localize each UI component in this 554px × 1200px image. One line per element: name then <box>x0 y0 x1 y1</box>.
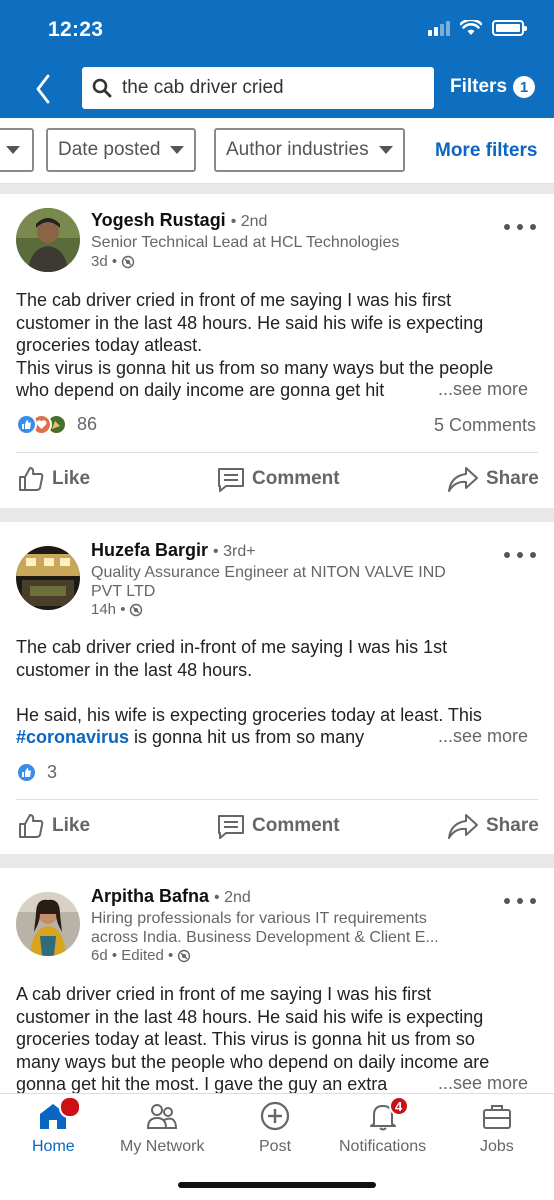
post-card: Arpitha Bafna • 2nd Hiring professionals… <box>0 868 554 1093</box>
post-meta: 6d • Edited • <box>91 947 191 964</box>
post-card: Huzefa Bargir • 3rd+ Quality Assurance E… <box>0 522 554 854</box>
reaction-count: 86 <box>77 414 98 434</box>
author-headline: Senior Technical Lead at HCL Technologie… <box>91 234 400 251</box>
divider <box>16 799 538 800</box>
bell-icon: 4 <box>367 1096 409 1132</box>
more-options-icon[interactable] <box>504 898 536 906</box>
feed-gap <box>0 508 554 522</box>
like-reaction-icon <box>16 414 37 435</box>
back-chevron-icon[interactable] <box>30 72 56 106</box>
more-options-icon[interactable] <box>504 224 536 232</box>
see-more-link[interactable]: ...see more <box>431 1073 528 1093</box>
avatar[interactable] <box>16 892 80 956</box>
search-input[interactable] <box>122 77 412 99</box>
see-more-link[interactable]: ...see more <box>431 379 528 400</box>
wifi-icon <box>460 20 482 35</box>
chevron-down-icon <box>378 146 393 154</box>
like-button[interactable]: Like <box>16 464 90 494</box>
globe-icon <box>130 603 143 616</box>
feed-gap <box>0 854 554 868</box>
comment-icon <box>218 468 244 492</box>
cellular-signal-icon <box>428 20 450 36</box>
like-reaction-icon <box>16 762 37 783</box>
notifications-badge: 4 <box>388 1096 409 1116</box>
filters-count-badge: 1 <box>513 76 536 98</box>
post-meta: 14h • <box>91 601 143 618</box>
hashtag-link[interactable]: #coronavirus <box>16 727 129 747</box>
status-time: 12:23 <box>48 18 104 41</box>
globe-icon <box>121 255 135 268</box>
avatar[interactable] <box>16 546 80 610</box>
top-app-bar: 12:23 Filters 1 <box>0 0 554 118</box>
post-card: Yogesh Rustagi • 2nd Senior Technical Le… <box>0 194 554 508</box>
home-notification-dot <box>59 1096 82 1118</box>
home-icon <box>37 1096 82 1132</box>
home-indicator[interactable] <box>178 1182 376 1188</box>
search-icon <box>92 78 112 98</box>
thumbs-up-icon <box>19 467 44 491</box>
nav-jobs[interactable]: Jobs <box>480 1100 514 1156</box>
filter-chip-author-industries[interactable]: Author industries <box>214 128 405 172</box>
chip-label: Author industries <box>226 139 369 160</box>
briefcase-icon <box>481 1100 513 1132</box>
avatar[interactable] <box>16 208 80 272</box>
chevron-down-icon <box>6 146 20 154</box>
share-arrow-icon <box>448 814 478 839</box>
nav-post[interactable]: Post <box>259 1100 291 1156</box>
reaction-count: 3 <box>47 762 58 782</box>
comment-icon <box>218 815 244 839</box>
globe-icon <box>178 949 191 962</box>
comment-button[interactable]: Comment <box>216 464 340 494</box>
share-button[interactable]: Share <box>446 811 539 841</box>
share-arrow-icon <box>448 467 478 492</box>
nav-home[interactable]: Home <box>32 1096 82 1156</box>
plus-circle-icon <box>259 1100 291 1132</box>
comment-button[interactable]: Comment <box>216 811 340 841</box>
filter-chip-partial[interactable] <box>0 128 34 172</box>
reactions-summary[interactable]: 3 <box>16 762 57 783</box>
connection-degree: • 2nd <box>230 213 268 230</box>
divider <box>16 452 538 453</box>
post-meta: 3d • <box>91 253 135 270</box>
like-button[interactable]: Like <box>16 811 90 841</box>
connection-degree: • 2nd <box>214 889 251 906</box>
author-name[interactable]: Huzefa Bargir • 3rd+ <box>91 540 256 561</box>
see-more-link[interactable]: ...see more <box>431 726 528 747</box>
filters-button[interactable]: Filters 1 <box>450 76 536 98</box>
connection-degree: • 3rd+ <box>213 543 256 560</box>
chevron-down-icon <box>170 146 185 154</box>
thumbs-up-icon <box>19 814 44 838</box>
author-headline: Hiring professionals for various IT requ… <box>91 910 439 946</box>
filters-label: Filters <box>450 76 508 97</box>
people-icon <box>146 1100 178 1132</box>
author-headline: Quality Assurance Engineer at NITON VALV… <box>91 564 446 600</box>
comments-count[interactable]: 5 Comments <box>434 415 536 436</box>
nav-notifications[interactable]: 4 Notifications <box>339 1096 426 1156</box>
battery-icon <box>492 20 527 36</box>
reaction-icons <box>16 762 37 783</box>
more-options-icon[interactable] <box>504 552 536 560</box>
reactions-summary[interactable]: 86 <box>16 414 97 435</box>
author-name[interactable]: Arpitha Bafna • 2nd <box>91 886 251 907</box>
share-button[interactable]: Share <box>446 464 539 494</box>
chip-label: Date posted <box>58 139 161 160</box>
filter-chip-date-posted[interactable]: Date posted <box>46 128 197 172</box>
status-icons <box>428 20 527 36</box>
reaction-icons <box>16 414 67 435</box>
author-name[interactable]: Yogesh Rustagi • 2nd <box>91 210 267 231</box>
search-bar[interactable] <box>82 67 434 109</box>
nav-my-network[interactable]: My Network <box>120 1100 204 1156</box>
filter-chips-row: Date posted Author industries More filte… <box>0 118 554 184</box>
more-filters-link[interactable]: More filters <box>435 140 537 162</box>
